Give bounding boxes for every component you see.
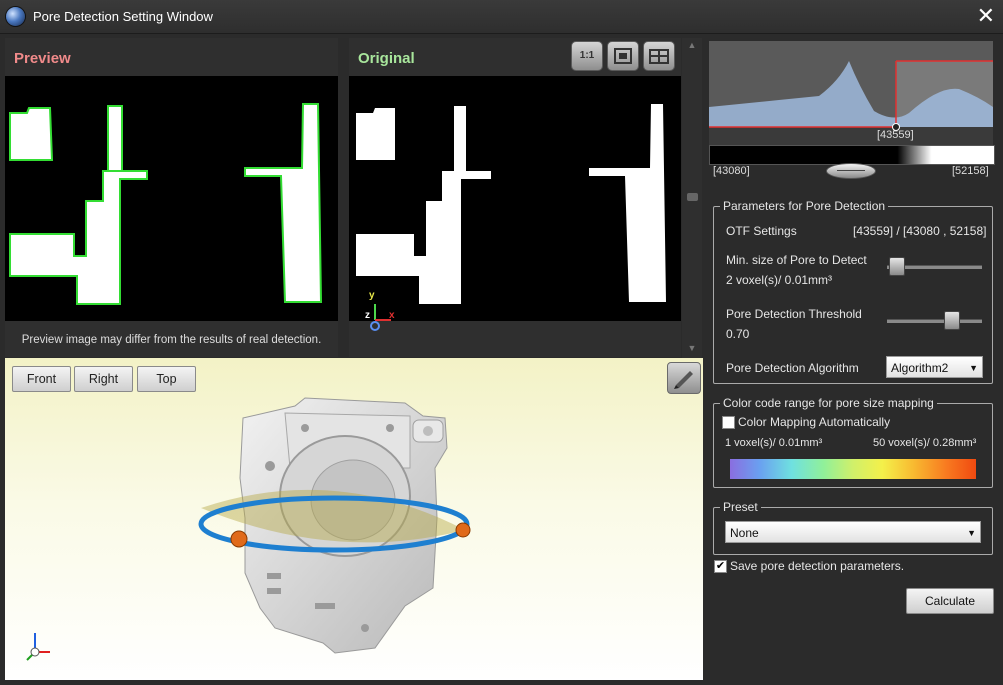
preview-caption: Preview image may differ from the result… (5, 321, 338, 357)
vertical-scrollbar[interactable]: ▲ ▼ (682, 38, 702, 358)
color-max-label: 50 voxel(s)/ 0.28mm³ (873, 437, 977, 449)
preset-group-title: Preset (720, 500, 761, 514)
preset-select[interactable]: None ▼ (725, 521, 981, 543)
otf-settings-value: [43559] / [43080 , 52158] (853, 224, 987, 238)
grid-view-button[interactable] (643, 41, 675, 71)
scroll-up-arrow-icon[interactable]: ▲ (682, 40, 702, 50)
close-icon[interactable]: ✕ (977, 4, 995, 28)
axis-z-label: z (365, 310, 370, 321)
preview-title: Preview (14, 50, 71, 67)
min-size-value: 2 voxel(s)/ 0.01mm³ (726, 273, 833, 287)
color-code-group-title: Color code range for pore size mapping (720, 396, 937, 410)
preset-group: Preset None ▼ (713, 500, 993, 555)
original-panel: Original 1:1 y z x (349, 38, 681, 357)
color-scale-bar (730, 459, 976, 479)
threshold-label: Pore Detection Threshold (726, 307, 862, 321)
dropdown-arrow-icon: ▼ (967, 528, 976, 538)
color-mapping-auto-label: Color Mapping Automatically (738, 415, 891, 429)
color-min-label: 1 voxel(s)/ 0.01mm³ (725, 437, 823, 449)
algorithm-label: Pore Detection Algorithm (726, 361, 859, 375)
algorithm-select-value: Algorithm2 (891, 361, 949, 375)
min-size-label: Min. size of Pore to Detect (726, 253, 867, 267)
threshold-value: 0.70 (726, 327, 750, 341)
threshold-slider[interactable] (887, 319, 982, 323)
scroll-down-arrow-icon[interactable]: ▼ (682, 343, 702, 353)
fit-view-button[interactable] (607, 41, 639, 71)
zoom-1to1-button[interactable]: 1:1 (571, 41, 603, 71)
original-image (349, 76, 681, 321)
preset-select-value: None (730, 526, 759, 540)
algorithm-select[interactable]: Algorithm2 ▼ (886, 356, 983, 378)
part-model-render (26, 397, 471, 661)
parameters-group: Parameters for Pore Detection OTF Settin… (713, 199, 993, 384)
parameters-group-title: Parameters for Pore Detection (720, 199, 889, 213)
window-title: Pore Detection Setting Window (33, 9, 213, 24)
orientation-triad-icon (26, 633, 50, 661)
scroll-thumb[interactable] (687, 193, 698, 201)
axis-x-label: x (389, 310, 395, 321)
save-parameters-label: Save pore detection parameters. (730, 559, 905, 573)
app-globe-icon (6, 7, 25, 26)
settings-panel: [43559] [43080] [52158] Parameters for P… (705, 38, 999, 680)
calculate-button[interactable]: Calculate (906, 588, 994, 614)
histogram-min-label: [43080] (713, 165, 750, 177)
preview-panel: Preview Preview image may differ from th… (5, 38, 338, 357)
threshold-slider-thumb[interactable] (943, 311, 960, 330)
axis-triad-icon: y z x (365, 290, 399, 334)
histogram-max-label: [52158] (952, 165, 989, 177)
preview-image (5, 76, 338, 321)
save-parameters-checkbox[interactable]: ✔ (714, 560, 727, 573)
title-bar: Pore Detection Setting Window ✕ (0, 0, 1003, 34)
fit-view-icon (614, 48, 632, 64)
color-mapping-auto-checkbox[interactable] (722, 416, 735, 429)
level-slider-handle[interactable] (826, 163, 876, 179)
histogram-marker-value: [43559] (877, 129, 914, 141)
min-size-slider-thumb[interactable] (889, 257, 906, 276)
original-title: Original (358, 50, 415, 67)
axis-y-label: y (369, 290, 375, 301)
window-level-bar[interactable] (709, 145, 995, 165)
grid-view-icon (649, 49, 669, 64)
histogram[interactable]: [43559] (709, 41, 993, 161)
3d-viewer[interactable]: Front Right Top (5, 358, 703, 680)
otf-settings-label: OTF Settings (726, 224, 797, 238)
dropdown-arrow-icon: ▼ (969, 363, 978, 373)
color-code-group: Color code range for pore size mapping C… (713, 396, 993, 488)
